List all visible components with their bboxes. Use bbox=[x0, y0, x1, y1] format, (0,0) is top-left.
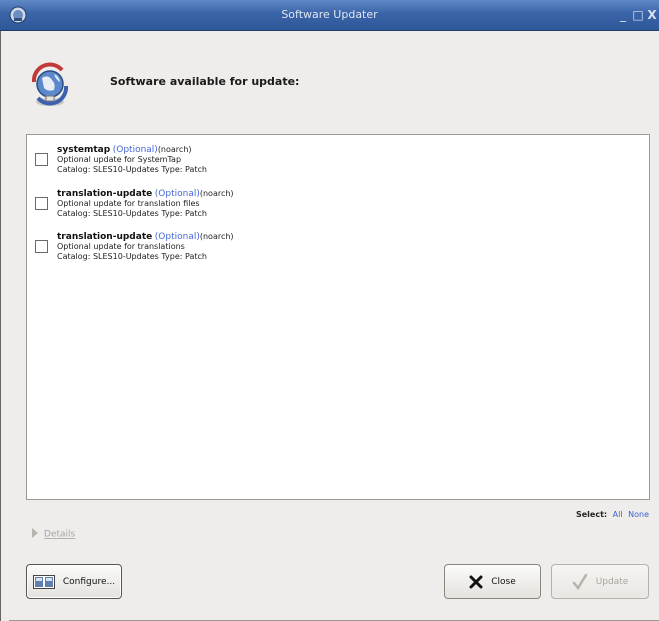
window-frame bbox=[0, 31, 9, 621]
update-label: Update bbox=[595, 576, 629, 587]
configure-label: Configure... bbox=[62, 576, 116, 587]
window-title: Software Updater bbox=[281, 8, 378, 21]
update-button[interactable]: Update bbox=[551, 564, 649, 599]
package-name: translation-update bbox=[57, 189, 153, 199]
details-expander[interactable]: Details bbox=[32, 528, 76, 540]
update-checkbox[interactable] bbox=[35, 153, 48, 166]
header-label: Software available for update: bbox=[110, 75, 300, 88]
configure-icon bbox=[32, 574, 55, 589]
checkmark-icon bbox=[572, 573, 588, 590]
software-updater-window: Software Updater _ □ X Software availabl… bbox=[0, 0, 659, 621]
expander-arrow-icon bbox=[32, 528, 38, 538]
package-name: translation-update bbox=[57, 232, 153, 242]
maximize-button[interactable]: □ bbox=[632, 8, 644, 22]
package-arch: (noarch) bbox=[199, 189, 234, 198]
package-description: Optional update for SystemTap bbox=[57, 155, 182, 164]
package-info: translation-update (Optional)(noarch) Op… bbox=[57, 232, 234, 262]
package-catalog: Catalog: SLES10-Updates Type: Patch bbox=[57, 252, 207, 261]
select-none-link[interactable]: None bbox=[628, 510, 649, 519]
close-button[interactable]: Close bbox=[444, 564, 541, 599]
package-info: translation-update (Optional)(noarch) Op… bbox=[57, 189, 234, 219]
optional-tag: (Optional) bbox=[112, 145, 158, 155]
package-arch: (noarch) bbox=[157, 145, 192, 154]
package-info: systemtap (Optional)(noarch) Optional up… bbox=[57, 145, 207, 175]
package-catalog: Catalog: SLES10-Updates Type: Patch bbox=[57, 209, 207, 218]
package-description: Optional update for translation files bbox=[57, 199, 200, 208]
select-label: Select: bbox=[575, 510, 608, 519]
software-updater-globe-icon bbox=[31, 62, 69, 106]
close-label: Close bbox=[491, 576, 516, 587]
package-description: Optional update for translations bbox=[57, 242, 185, 251]
select-all-link[interactable]: All bbox=[613, 510, 623, 519]
update-checkbox[interactable] bbox=[35, 240, 48, 253]
package-arch: (noarch) bbox=[199, 232, 234, 241]
optional-tag: (Optional) bbox=[154, 189, 200, 199]
title-bar[interactable]: Software Updater _ □ X bbox=[0, 0, 659, 31]
select-controls: Select: All None bbox=[576, 510, 649, 519]
details-label: Details bbox=[44, 529, 76, 540]
optional-tag: (Optional) bbox=[154, 232, 200, 242]
update-checkbox[interactable] bbox=[35, 197, 48, 210]
minimize-button[interactable]: _ bbox=[617, 8, 629, 22]
close-window-button[interactable]: X bbox=[646, 8, 658, 22]
x-icon bbox=[469, 575, 483, 589]
package-name: systemtap bbox=[57, 145, 111, 155]
package-catalog: Catalog: SLES10-Updates Type: Patch bbox=[57, 165, 207, 174]
update-list[interactable]: systemtap (Optional)(noarch) Optional up… bbox=[26, 134, 650, 500]
configure-button[interactable]: Configure... bbox=[26, 564, 122, 599]
